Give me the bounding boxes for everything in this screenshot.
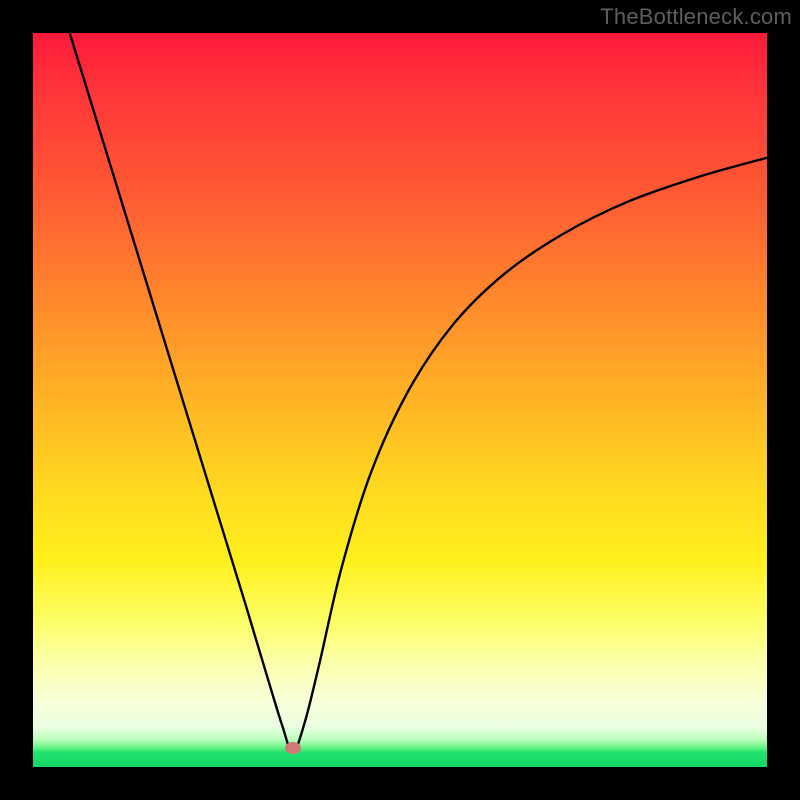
chart-frame: TheBottleneck.com: [0, 0, 800, 800]
plot-area: [33, 33, 767, 767]
optimal-point-marker: [285, 742, 301, 754]
watermark-text: TheBottleneck.com: [600, 4, 792, 30]
bottleneck-curve: [33, 33, 767, 767]
